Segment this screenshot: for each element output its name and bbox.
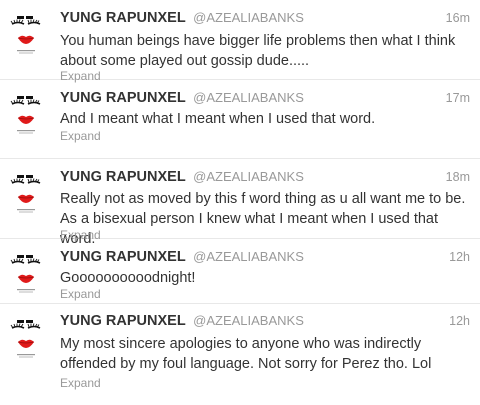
tweet-header: YUNG RAPUNXEL @AZEALIABANKS 16m bbox=[60, 9, 470, 29]
avatar[interactable] bbox=[6, 90, 46, 138]
expand-link[interactable]: Expand bbox=[60, 129, 101, 143]
tweet-timestamp[interactable]: 16m bbox=[446, 11, 470, 25]
tweet-username[interactable]: @AZEALIABANKS bbox=[193, 169, 304, 184]
tweet[interactable]: YUNG RAPUNXEL @AZEALIABANKS 12h My most … bbox=[0, 304, 480, 405]
tweet[interactable]: YUNG RAPUNXEL @AZEALIABANKS 17m And I me… bbox=[0, 80, 480, 159]
expand-link[interactable]: Expand bbox=[60, 287, 101, 301]
tweet-timeline: YUNG RAPUNXEL @AZEALIABANKS 16m You huma… bbox=[0, 0, 480, 405]
tweet-text: My most sincere apologies to anyone who … bbox=[60, 336, 432, 372]
avatar[interactable] bbox=[6, 10, 46, 58]
lips-and-lashes-icon bbox=[10, 255, 41, 293]
tweet-text: You human beings have bigger life proble… bbox=[60, 33, 456, 69]
lips-and-lashes-icon bbox=[10, 96, 41, 134]
avatar[interactable] bbox=[6, 169, 46, 217]
tweet-username[interactable]: @AZEALIABANKS bbox=[193, 249, 304, 264]
tweet-header: YUNG RAPUNXEL @AZEALIABANKS 17m bbox=[60, 89, 470, 109]
tweet-timestamp[interactable]: 17m bbox=[446, 91, 470, 105]
tweet-timestamp[interactable]: 12h bbox=[449, 250, 470, 264]
tweet-username[interactable]: @AZEALIABANKS bbox=[193, 313, 304, 328]
tweet-fullname[interactable]: YUNG RAPUNXEL bbox=[60, 169, 186, 185]
tweet-fullname[interactable]: YUNG RAPUNXEL bbox=[60, 313, 186, 329]
tweet-fullname[interactable]: YUNG RAPUNXEL bbox=[60, 249, 186, 265]
avatar[interactable] bbox=[6, 249, 46, 297]
tweet-timestamp[interactable]: 18m bbox=[446, 170, 470, 184]
tweet-header: YUNG RAPUNXEL @AZEALIABANKS 12h bbox=[60, 248, 470, 268]
tweet-fullname[interactable]: YUNG RAPUNXEL bbox=[60, 10, 186, 26]
avatar[interactable] bbox=[6, 314, 46, 362]
tweet-text: Goooooooooodnight! bbox=[60, 270, 196, 286]
tweet-timestamp[interactable]: 12h bbox=[449, 314, 470, 328]
tweet[interactable]: YUNG RAPUNXEL @AZEALIABANKS 18m Really n… bbox=[0, 159, 480, 247]
tweet[interactable]: YUNG RAPUNXEL @AZEALIABANKS 16m You huma… bbox=[0, 0, 480, 83]
lips-and-lashes-icon bbox=[10, 16, 41, 54]
expand-link[interactable]: Expand bbox=[60, 376, 101, 390]
tweet-fullname[interactable]: YUNG RAPUNXEL bbox=[60, 90, 186, 106]
tweet-header: YUNG RAPUNXEL @AZEALIABANKS 12h bbox=[60, 312, 470, 332]
lips-and-lashes-icon bbox=[10, 320, 41, 358]
lips-and-lashes-icon bbox=[10, 175, 41, 213]
tweet[interactable]: YUNG RAPUNXEL @AZEALIABANKS 12h Gooooooo… bbox=[0, 239, 480, 304]
tweet-username[interactable]: @AZEALIABANKS bbox=[193, 90, 304, 105]
tweet-username[interactable]: @AZEALIABANKS bbox=[193, 10, 304, 25]
tweet-header: YUNG RAPUNXEL @AZEALIABANKS 18m bbox=[60, 168, 470, 188]
tweet-text: And I meant what I meant when I used tha… bbox=[60, 111, 376, 127]
